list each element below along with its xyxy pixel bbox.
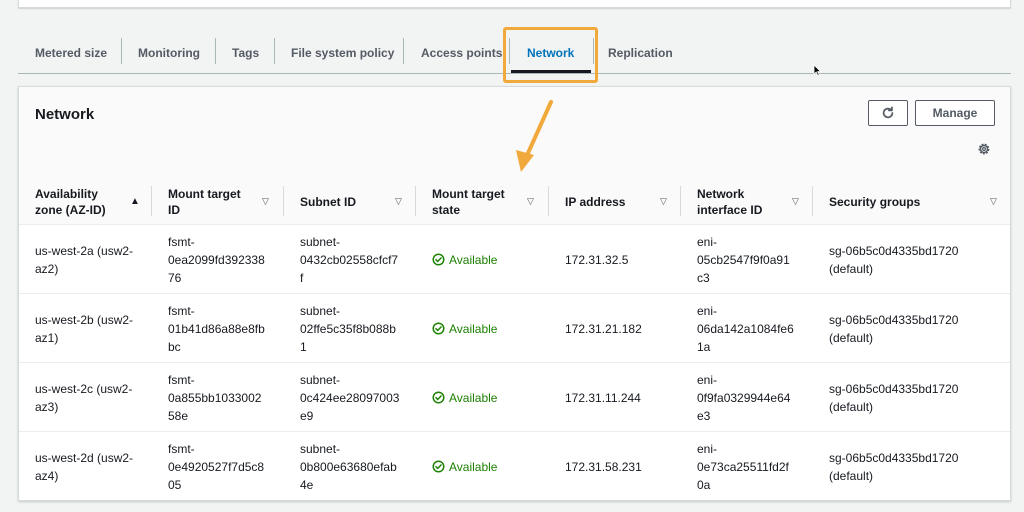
sort-caret-down-icon[interactable]: ▽ xyxy=(990,178,997,225)
cell-network-interface-id: eni- 06da142a1084fe6 1a xyxy=(697,303,794,354)
cell-availability-zone: us-west-2a (usw2- az2) xyxy=(35,243,134,276)
status-label: Available xyxy=(449,459,498,474)
sort-caret-down-icon[interactable]: ▽ xyxy=(792,178,799,225)
check-circle-icon xyxy=(432,253,445,266)
table-row: us-west-2a (usw2- az2) fsmt- 0ea2099fd3923… xyxy=(19,225,1010,294)
sort-ascending-icon[interactable]: ▲ xyxy=(130,178,140,225)
manage-button[interactable]: Manage xyxy=(915,100,995,126)
check-circle-icon xyxy=(432,391,445,404)
cell-subnet-id: subnet- 0c424ee28097003 e9 xyxy=(300,372,400,423)
column-divider xyxy=(812,186,813,216)
tab-highlight-box xyxy=(503,27,598,83)
column-header-network-interface-id[interactable]: Network interface ID xyxy=(697,178,762,225)
column-header-label: zone (AZ-ID) xyxy=(35,202,106,217)
column-header-label: Mount target xyxy=(168,186,241,201)
column-header-mount-target-id[interactable]: Mount target ID xyxy=(168,178,241,225)
cell-subnet-id: subnet- 0b800e63680efab 4e xyxy=(300,441,397,492)
cell-subnet-id: subnet- 02ffe5c35f8b088b 1 xyxy=(300,303,396,354)
tab-replication[interactable]: Replication xyxy=(608,34,673,72)
column-header-label: ID xyxy=(168,202,180,217)
sort-caret-down-icon[interactable]: ▽ xyxy=(262,178,269,225)
tab-monitoring[interactable]: Monitoring xyxy=(138,34,200,72)
cell-mount-target-id: fsmt- 0e4920527f7d5c8 05 xyxy=(168,441,265,492)
cell-ip-address: 172.31.58.231 xyxy=(565,459,642,474)
gear-icon[interactable] xyxy=(975,140,993,158)
cell-network-interface-id: eni- 05cb2547f9f0a91 c3 xyxy=(697,234,790,285)
column-header-label: Network xyxy=(697,186,745,201)
cell-security-groups: sg-06b5c0d4335bd1720 (default) xyxy=(829,243,959,276)
sort-caret-down-icon[interactable]: ▽ xyxy=(527,178,534,225)
cell-security-groups: sg-06b5c0d4335bd1720 (default) xyxy=(829,312,959,345)
tab-divider xyxy=(215,38,216,64)
column-divider xyxy=(283,186,284,216)
cell-network-interface-id: eni- 0e73ca25511fd2f 0a xyxy=(697,441,789,492)
network-panel: Network Manage Availability zone (AZ-ID) … xyxy=(18,86,1011,501)
tab-metered-size[interactable]: Metered size xyxy=(35,34,107,72)
column-header-availability-zone[interactable]: Availability zone (AZ-ID) xyxy=(35,178,106,225)
tab-access-points[interactable]: Access points xyxy=(421,34,502,72)
status-label: Available xyxy=(449,252,498,267)
mouse-cursor-icon xyxy=(813,64,822,77)
cell-ip-address: 172.31.11.244 xyxy=(565,390,641,405)
sort-caret-down-icon[interactable]: ▽ xyxy=(395,178,402,225)
column-header-label: Security groups xyxy=(829,194,921,209)
previous-panel xyxy=(18,0,1011,8)
cell-ip-address: 172.31.21.182 xyxy=(565,321,642,336)
cell-subnet-id: subnet- 0432cb02558cfcf7 f xyxy=(300,234,399,285)
column-divider xyxy=(415,186,416,216)
column-header-mount-target-state[interactable]: Mount target state xyxy=(432,178,505,225)
cell-state: Available xyxy=(432,363,497,432)
cell-state: Available xyxy=(432,225,497,294)
column-divider xyxy=(151,186,152,216)
column-divider xyxy=(548,186,549,216)
column-header-ip-address[interactable]: IP address xyxy=(565,178,625,225)
cell-state: Available xyxy=(432,294,497,363)
cell-state: Available xyxy=(432,432,497,501)
cell-ip-address: 172.31.32.5 xyxy=(565,252,629,267)
tab-divider xyxy=(121,38,122,64)
column-header-label: Mount target xyxy=(432,186,505,201)
check-circle-icon xyxy=(432,322,445,335)
check-circle-icon xyxy=(432,460,445,473)
cell-security-groups: sg-06b5c0d4335bd1720 (default) xyxy=(829,381,959,414)
tab-divider xyxy=(403,38,404,64)
panel-header: Network Manage xyxy=(19,87,1010,178)
cell-availability-zone: us-west-2c (usw2- az3) xyxy=(35,381,133,414)
panel-title: Network xyxy=(35,106,95,123)
cell-security-groups: sg-06b5c0d4335bd1720 (default) xyxy=(829,450,959,483)
column-header-label: IP address xyxy=(565,194,626,209)
column-header-label: Availability xyxy=(35,186,98,201)
sort-caret-down-icon[interactable]: ▽ xyxy=(660,178,667,225)
table-row: us-west-2b (usw2- az1) fsmt- 01b41d86a88e8… xyxy=(19,294,1010,363)
cell-network-interface-id: eni- 0f9fa0329944e64 e3 xyxy=(697,372,791,423)
refresh-button[interactable] xyxy=(868,100,908,126)
column-header-subnet-id[interactable]: Subnet ID xyxy=(300,178,356,225)
status-label: Available xyxy=(449,390,498,405)
cell-mount-target-id: fsmt- 01b41d86a88e8fb bc xyxy=(168,303,265,354)
refresh-icon xyxy=(882,106,894,119)
cell-mount-target-id: fsmt- 0a855bb1033002 58e xyxy=(168,372,262,423)
table-row: us-west-2c (usw2- az3) fsmt- 0a855bb103300… xyxy=(19,363,1010,432)
column-header-label: state xyxy=(432,202,461,217)
column-divider xyxy=(680,186,681,216)
tab-tags[interactable]: Tags xyxy=(232,34,259,72)
table-row: us-west-2d (usw2- az4) fsmt- 0e4920527f7d5… xyxy=(19,432,1010,501)
tab-file-system-policy[interactable]: File system policy xyxy=(291,34,394,72)
table-header: Availability zone (AZ-ID) ▲ Mount target I… xyxy=(19,178,1010,225)
column-header-label: interface ID xyxy=(697,202,763,217)
status-label: Available xyxy=(449,321,498,336)
cell-availability-zone: us-west-2d (usw2- az4) xyxy=(35,450,134,483)
column-header-security-groups[interactable]: Security groups xyxy=(829,178,920,225)
cell-availability-zone: us-west-2b (usw2- az1) xyxy=(35,312,134,345)
tab-divider xyxy=(274,38,275,64)
cell-mount-target-id: fsmt- 0ea2099fd392338 76 xyxy=(168,234,265,285)
column-header-label: Subnet ID xyxy=(300,194,356,209)
